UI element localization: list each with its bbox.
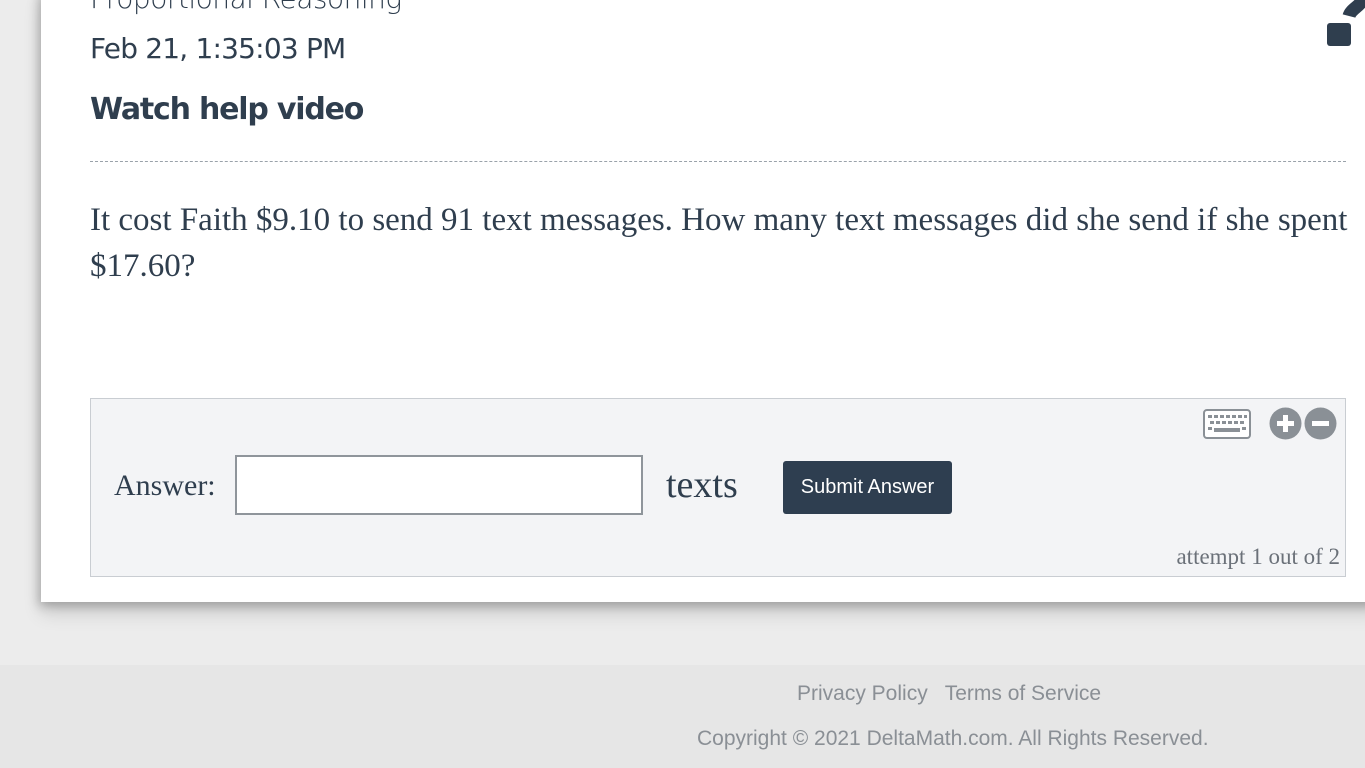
question-mark-icon[interactable] [1325,0,1365,47]
keyboard-icon[interactable] [1203,409,1251,439]
timestamp: Feb 21, 1:35:03 PM [90,32,346,65]
answer-label: Answer: [114,469,216,502]
watch-help-video-link[interactable]: Watch help video [90,92,364,127]
question-text: It cost Faith $9.10 to send 91 text mess… [90,202,1348,284]
answer-input[interactable] [235,455,643,515]
answer-panel: Answer: texts Submit Answer attempt 1 ou… [90,398,1346,577]
submit-answer-button[interactable]: Submit Answer [783,461,952,514]
problem-card: Proportional Reasoning Feb 21, 1:35:03 P… [41,0,1365,602]
page-footer: Privacy Policy Terms of Service Copyright… [0,665,1365,768]
privacy-policy-link[interactable]: Privacy Policy [797,682,928,705]
topic-title: Proportional Reasoning [90,0,402,15]
zoom-in-icon[interactable] [1269,407,1302,440]
footer-links: Privacy Policy Terms of Service [797,682,1101,706]
unit-label: texts [666,464,738,506]
section-divider [90,161,1346,162]
copyright-text: Copyright © 2021 DeltaMath.com. All Righ… [697,727,1209,750]
attempt-counter: attempt 1 out of 2 [1176,544,1340,569]
zoom-out-icon[interactable] [1304,407,1337,440]
terms-of-service-link[interactable]: Terms of Service [945,682,1101,705]
